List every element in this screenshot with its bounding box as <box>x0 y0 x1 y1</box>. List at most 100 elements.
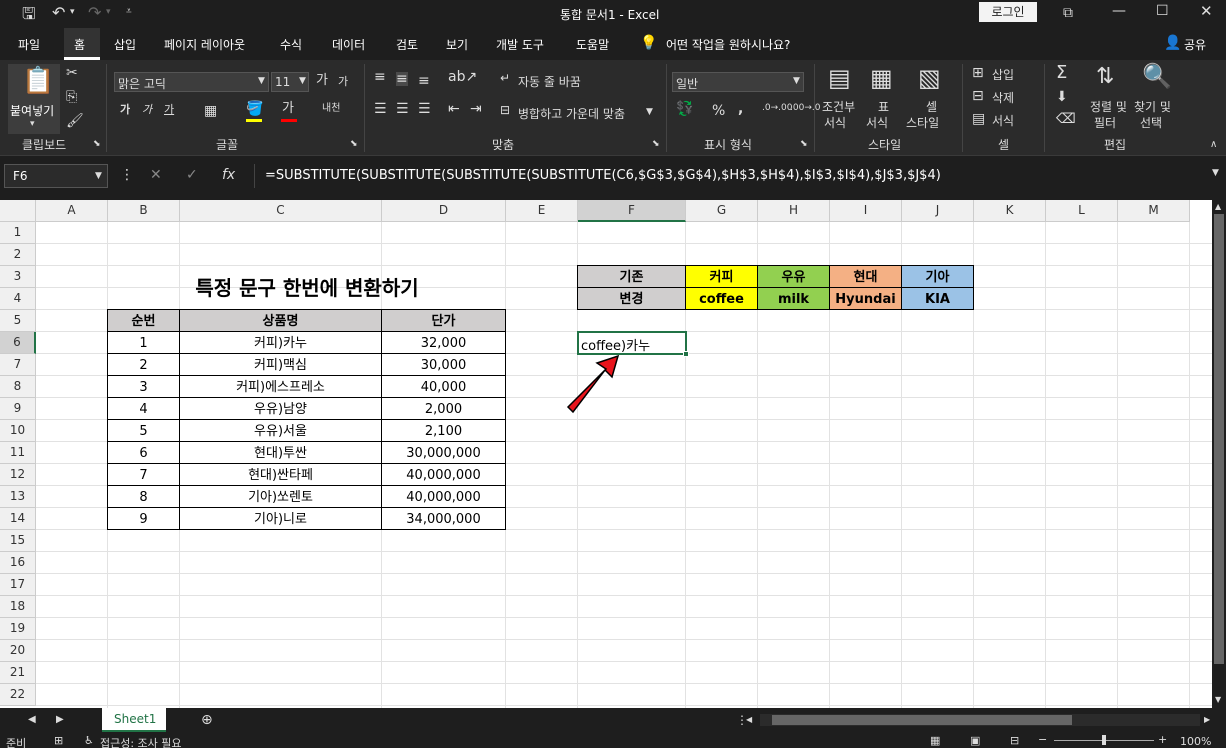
status-accessibility[interactable]: 접근성: 조사 필요 <box>100 735 182 748</box>
sort-filter-button[interactable]: 정렬 및 <box>1090 98 1127 115</box>
table-cell[interactable]: 7 <box>107 463 180 486</box>
table-cell[interactable]: 6 <box>107 441 180 464</box>
table-cell[interactable]: 2,000 <box>381 397 506 420</box>
column-header-m[interactable]: M <box>1118 200 1190 222</box>
table-cell[interactable]: 우유)서울 <box>179 419 382 442</box>
tell-me-search[interactable]: 어떤 작업을 원하시나요? <box>666 36 790 53</box>
phonetic-icon[interactable]: 내천 <box>322 104 340 114</box>
name-box[interactable]: F6 ▼ <box>4 164 108 188</box>
table-header-cell[interactable]: 순번 <box>107 309 180 332</box>
font-color-icon[interactable]: 가 <box>282 102 294 115</box>
zoom-out-icon[interactable]: − <box>1038 734 1047 745</box>
scroll-up-icon[interactable]: ▲ <box>1215 203 1221 211</box>
align-bottom-icon[interactable]: ≡ <box>418 74 430 88</box>
column-header-g[interactable]: G <box>686 200 758 222</box>
expand-formula-icon[interactable]: ▼ <box>1212 169 1219 178</box>
row-header-10[interactable]: 10 <box>0 420 36 442</box>
decrease-decimal-icon[interactable]: .00→.0 <box>790 104 820 113</box>
table-cell[interactable]: 9 <box>107 507 180 530</box>
scroll-down-icon[interactable]: ▼ <box>1215 696 1221 704</box>
fill-color-icon[interactable]: 🪣 <box>246 102 263 116</box>
wrap-text-button[interactable]: 자동 줄 바꿈 <box>518 73 581 90</box>
mapping-to-cell[interactable]: coffee <box>685 287 758 310</box>
format-cells-icon[interactable]: ▤ <box>972 112 985 126</box>
clear-icon[interactable]: ⌫ <box>1056 112 1076 126</box>
column-header-l[interactable]: L <box>1046 200 1118 222</box>
mapping-from-cell[interactable]: 현대 <box>829 265 902 288</box>
row-header-4[interactable]: 4 <box>0 288 36 310</box>
row-header-3[interactable]: 3 <box>0 266 36 288</box>
horizontal-scrollbar[interactable] <box>760 714 1200 726</box>
table-cell[interactable]: 40,000 <box>381 375 506 398</box>
font-name-select[interactable]: 맑은 고딕 ▼ <box>114 72 269 92</box>
tab-data[interactable]: 데이터 <box>332 36 365 53</box>
table-cell[interactable]: 1 <box>107 331 180 354</box>
row-header-20[interactable]: 20 <box>0 640 36 662</box>
tab-formulas[interactable]: 수식 <box>280 36 302 53</box>
hscroll-left-icon[interactable]: ◀ <box>746 716 752 724</box>
tab-help[interactable]: 도움말 <box>576 36 609 53</box>
row-header-14[interactable]: 14 <box>0 508 36 530</box>
delete-cells-button[interactable]: 삭제 <box>992 89 1014 106</box>
mapping-to-cell[interactable]: KIA <box>901 287 974 310</box>
mapping-label-cell[interactable]: 변경 <box>577 287 686 310</box>
share-button[interactable]: 공유 <box>1184 36 1206 53</box>
macro-record-icon[interactable]: ⊞ <box>54 735 63 746</box>
font-launcher-icon[interactable]: ⬊ <box>350 140 358 149</box>
table-cell[interactable]: 8 <box>107 485 180 508</box>
tab-insert[interactable]: 삽입 <box>114 36 136 53</box>
hscroll-thumb[interactable] <box>772 715 1072 725</box>
mapping-to-cell[interactable]: Hyundai <box>829 287 902 310</box>
table-cell[interactable]: 우유)남양 <box>179 397 382 420</box>
insert-function-icon[interactable]: fx <box>222 168 235 182</box>
tab-developer[interactable]: 개발 도구 <box>496 36 544 53</box>
row-header-15[interactable]: 15 <box>0 530 36 552</box>
next-sheet-icon[interactable]: ▶ <box>56 715 64 725</box>
minimize-icon[interactable]: — <box>1112 4 1126 18</box>
redo-icon[interactable]: ↷ <box>88 5 101 21</box>
align-center-icon[interactable]: ☰ <box>396 102 409 116</box>
clipboard-launcher-icon[interactable]: ⬊ <box>93 140 101 149</box>
column-header-a[interactable]: A <box>36 200 108 222</box>
column-header-f[interactable]: F <box>578 200 686 222</box>
select-all-corner[interactable] <box>0 200 36 222</box>
comma-style-icon[interactable]: , <box>738 102 743 116</box>
table-cell[interactable]: 2,100 <box>381 419 506 442</box>
mapping-to-cell[interactable]: milk <box>757 287 830 310</box>
table-cell[interactable]: 3 <box>107 375 180 398</box>
number-format-select[interactable]: 일반 ▼ <box>672 72 804 92</box>
sort-filter-icon[interactable]: ⇅ <box>1096 66 1114 88</box>
find-select-icon[interactable]: 🔍 <box>1142 64 1172 88</box>
format-table-icon[interactable]: ▦ <box>870 66 893 90</box>
find-select-button[interactable]: 찾기 및 <box>1134 98 1171 115</box>
zoom-in-icon[interactable]: + <box>1158 734 1167 745</box>
shrink-font-icon[interactable]: 가 <box>338 76 348 87</box>
grow-font-icon[interactable]: 가 <box>316 74 328 87</box>
table-cell[interactable]: 4 <box>107 397 180 420</box>
fill-icon[interactable]: ⬇ <box>1056 90 1068 104</box>
table-cell[interactable]: 30,000,000 <box>381 441 506 464</box>
row-header-13[interactable]: 13 <box>0 486 36 508</box>
worksheet-grid[interactable]: ABCDEFGHIJKLM 1 2 3 4 5 6 7 8 9 10 11 12 13 14 15 16 17 1… <box>0 200 1212 708</box>
customize-toolbar-icon[interactable]: ⩡ <box>126 7 132 17</box>
format-cells-button[interactable]: 서식 <box>992 112 1014 129</box>
column-header-c[interactable]: C <box>180 200 382 222</box>
mapping-from-cell[interactable]: 우유 <box>757 265 830 288</box>
border-icon[interactable]: ▦ <box>204 104 217 118</box>
column-header-b[interactable]: B <box>108 200 180 222</box>
zoom-thumb[interactable] <box>1102 735 1106 745</box>
page-break-view-icon[interactable]: ⊟ <box>1010 735 1019 746</box>
accessibility-icon[interactable]: ♿ <box>84 735 94 746</box>
table-header-cell[interactable]: 단가 <box>381 309 506 332</box>
italic-icon[interactable]: 가 <box>142 104 152 115</box>
align-top-icon[interactable]: ≡ <box>374 70 386 84</box>
table-cell[interactable]: 기아)쏘렌토 <box>179 485 382 508</box>
column-header-h[interactable]: H <box>758 200 830 222</box>
ribbon-display-icon[interactable]: ⧉ <box>1063 6 1073 20</box>
cancel-icon[interactable]: ✕ <box>150 168 162 182</box>
increase-indent-icon[interactable]: ⇥ <box>470 102 482 116</box>
redo-dropdown-icon[interactable]: ▾ <box>106 8 111 17</box>
table-cell[interactable]: 5 <box>107 419 180 442</box>
align-middle-icon[interactable]: ≡ <box>396 72 408 86</box>
cell-styles-button[interactable]: 셀 <box>926 98 937 115</box>
